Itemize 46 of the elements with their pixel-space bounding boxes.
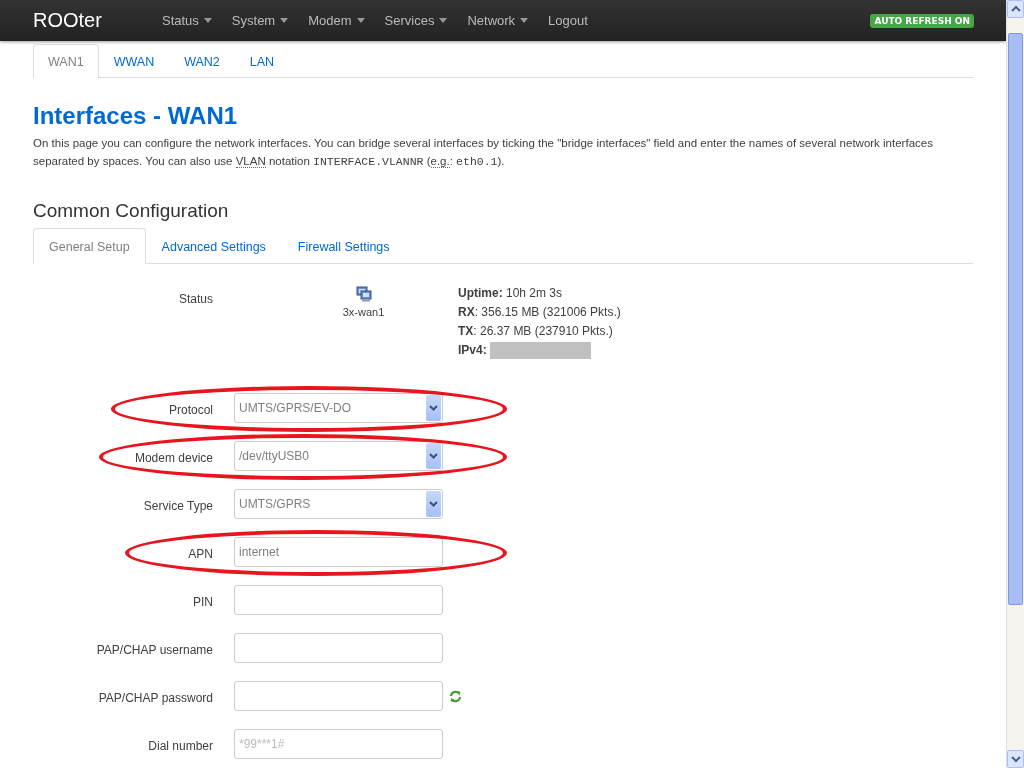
dropdown[interactable]: UMTS/GPRS bbox=[234, 489, 443, 519]
menu-item[interactable]: Modem bbox=[298, 13, 375, 28]
dropdown[interactable]: /dev/ttyUSB0 bbox=[234, 441, 443, 471]
device-name: 3x-wan1 bbox=[342, 306, 385, 318]
input-field[interactable]: *99***1# bbox=[234, 729, 443, 759]
field-label: Dial number bbox=[147, 738, 214, 753]
chevron-down-icon bbox=[429, 453, 438, 459]
tab[interactable]: General Setup bbox=[33, 228, 146, 264]
menu-item[interactable]: Network bbox=[457, 13, 539, 28]
menu-item[interactable]: Logout bbox=[538, 13, 598, 28]
input-field[interactable] bbox=[234, 585, 443, 615]
menu-item[interactable]: System bbox=[221, 13, 299, 28]
field-label: Service Type bbox=[142, 498, 214, 513]
field-label: Status bbox=[177, 291, 214, 308]
status-text: RX: 356.15 MB (321006 Pkts.) bbox=[458, 304, 621, 321]
input-field[interactable] bbox=[234, 633, 443, 663]
tab[interactable]: WAN2 bbox=[169, 44, 235, 78]
tab[interactable]: LAN bbox=[234, 44, 290, 78]
refresh-icon[interactable] bbox=[449, 689, 462, 703]
field-label: PIN bbox=[192, 594, 214, 609]
status-text: TX: 26.37 MB (237910 Pkts.) bbox=[458, 323, 614, 340]
tab[interactable]: Firewall Settings bbox=[281, 228, 406, 264]
description-text: On this page you can configure the network interfaces. You can bridge several interfaces by ticking the "bridge interfaces" field and enter the names of several network interfaces separated by spaces. You can also use VLAN notation INTERFACE.VLANNR (e.g.: eth0.1). bbox=[33, 136, 934, 170]
field-label: Modem device bbox=[133, 450, 214, 465]
auto-refresh-badge[interactable]: AUTO REFRESH ON bbox=[870, 13, 974, 28]
chevron-down-icon bbox=[429, 501, 438, 507]
field-label: PAP/CHAP password bbox=[97, 690, 214, 705]
brand-logo[interactable]: ROOter bbox=[33, 9, 152, 32]
field-label: APN bbox=[187, 546, 214, 561]
section-title: Common Configuration bbox=[33, 200, 230, 222]
menu-item[interactable]: Status bbox=[152, 13, 222, 28]
page-title: Interfaces - WAN1 bbox=[33, 102, 239, 130]
chevron-down-icon bbox=[429, 405, 438, 411]
tab[interactable]: Advanced Settings bbox=[145, 228, 282, 264]
field-label: PAP/CHAP username bbox=[95, 642, 214, 657]
dropdown[interactable]: UMTS/GPRS/EV-DO bbox=[234, 393, 443, 423]
field-label: Protocol bbox=[167, 402, 214, 417]
tab[interactable]: WWAN bbox=[98, 44, 170, 78]
status-label: IPv4: bbox=[458, 342, 487, 359]
status-text: Uptime: 10h 2m 3s bbox=[458, 285, 564, 302]
scrollbar-drawing[interactable] bbox=[1006, 0, 1024, 768]
input-field[interactable] bbox=[234, 681, 443, 711]
tab[interactable]: WAN1 bbox=[33, 44, 99, 78]
network-computers-icon bbox=[355, 286, 372, 302]
input-field[interactable]: internet bbox=[234, 537, 443, 567]
menu-item[interactable]: Services bbox=[374, 13, 458, 28]
